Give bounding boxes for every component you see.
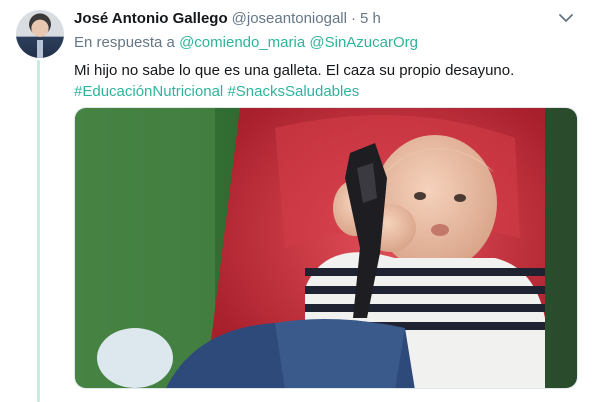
separator-dot: ·	[350, 10, 356, 27]
reply-context: En respuesta a @comiendo_maria @SinAzuca…	[74, 34, 578, 52]
chevron-down-icon[interactable]	[558, 12, 574, 24]
reply-mention-link[interactable]: @comiendo_maria	[179, 34, 305, 51]
tweet-text: Mi hijo no sabe lo que es una galleta. E…	[74, 62, 515, 79]
tweet-timestamp[interactable]: 5 h	[360, 10, 381, 27]
reply-mention-link[interactable]: @SinAzucarOrg	[309, 34, 418, 51]
avatar-column	[16, 10, 66, 58]
author-handle[interactable]: @joseantoniogall	[232, 10, 347, 27]
tweet-header: José Antonio Gallego @joseantoniogall · …	[74, 10, 578, 28]
avatar[interactable]	[16, 10, 64, 58]
reply-prefix: En respuesta a	[74, 34, 175, 51]
hashtag-line: #EducaciónNutricional #SnacksSaludables	[74, 81, 578, 102]
hashtag-link[interactable]: #EducaciónNutricional	[74, 83, 223, 100]
tweet-media-photo[interactable]	[74, 107, 578, 389]
media-illustration	[75, 108, 577, 388]
tweet-content: José Antonio Gallego @joseantoniogall · …	[74, 10, 578, 102]
author-name[interactable]: José Antonio Gallego	[74, 10, 228, 27]
thread-line	[37, 60, 40, 402]
hashtag-link[interactable]: #SnacksSaludables	[227, 83, 359, 100]
